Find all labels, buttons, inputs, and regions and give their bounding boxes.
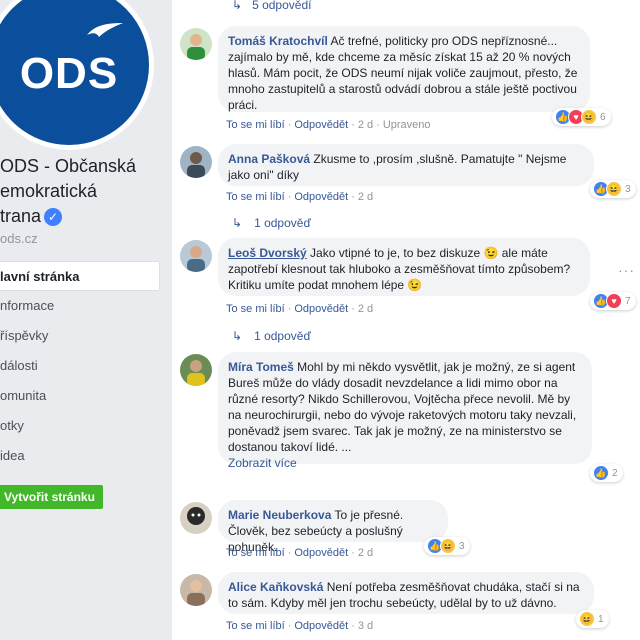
reply-link[interactable]: Odpovědět xyxy=(294,620,348,632)
haha-reaction-icon: 😆 xyxy=(606,181,622,197)
page-title-line-1: ODS - Občanská xyxy=(0,156,137,176)
avatar[interactable] xyxy=(180,354,212,386)
reactions-summary[interactable]: 👍 ♥ 7 xyxy=(590,292,636,310)
reply-link[interactable]: Odpovědět xyxy=(294,191,348,203)
comment-time[interactable]: 2 d xyxy=(358,191,373,203)
avatar[interactable] xyxy=(180,240,212,272)
reply-arrow-icon: ↳ xyxy=(232,216,243,230)
comment-bubble: Míra Tomeš Mohl by mi někdo vysvětlit, j… xyxy=(218,352,592,470)
haha-reaction-icon: 😆 xyxy=(440,538,456,554)
reactions-summary[interactable]: 👍 ♥ 😆 6 xyxy=(552,108,611,126)
comment-actions: To se mi líbí · Odpovědět · 2 d xyxy=(226,547,374,559)
avatar[interactable] xyxy=(180,502,212,534)
comment-author[interactable]: Marie Neuberkova xyxy=(228,508,331,522)
page-username[interactable]: ods.cz xyxy=(0,231,38,246)
comment: Anna Pašková Zkusme to ,prosím ,slušně. … xyxy=(180,144,636,208)
edited-label[interactable]: Upraveno xyxy=(383,119,431,131)
comment-author[interactable]: Tomáš Kratochvíl xyxy=(228,34,328,48)
view-replies-link[interactable]: ↳ 1 odpověď xyxy=(232,329,311,343)
nav-item-home[interactable]: lavní stránka xyxy=(0,261,160,291)
reaction-count: 7 xyxy=(625,295,631,307)
page-nav: lavní stránka nformace říspěvky dálosti … xyxy=(0,261,160,471)
view-replies-label: 1 odpověď xyxy=(254,216,311,230)
bird-icon xyxy=(87,23,123,37)
comment-author[interactable]: Anna Pašková xyxy=(228,152,310,166)
like-link[interactable]: To se mi líbí xyxy=(226,191,285,203)
see-more-link[interactable]: Zobrazit více xyxy=(228,455,580,471)
reaction-count: 2 xyxy=(612,467,618,479)
reaction-count: 3 xyxy=(625,183,631,195)
reactions-summary[interactable]: 👍 😆 3 xyxy=(590,180,636,198)
logo-text: ODS xyxy=(19,49,119,98)
comment-actions: To se mi líbí · Odpovědět · 2 d xyxy=(226,191,374,203)
create-page-button[interactable]: Vytvořit stránku xyxy=(0,485,103,509)
view-replies-label: 5 odpovědí xyxy=(252,0,312,12)
comment-bubble: Tomáš Kratochvíl Ač trefné, politicky pr… xyxy=(218,26,590,112)
like-link[interactable]: To se mi líbí xyxy=(226,547,285,559)
comment-actions: To se mi líbí · Odpovědět · 2 d · Upraveno xyxy=(226,119,431,131)
like-link[interactable]: To se mi líbí xyxy=(226,303,285,315)
page-sidebar: ODS ODS - Občanská emokratická trana ✓ od… xyxy=(0,0,172,640)
reply-arrow-icon: ↳ xyxy=(232,329,243,343)
verified-badge-icon: ✓ xyxy=(44,208,63,227)
avatar[interactable] xyxy=(180,574,212,606)
love-reaction-icon: ♥ xyxy=(606,293,622,309)
view-replies-label: 1 odpověď xyxy=(254,329,311,343)
view-replies-link[interactable]: ↳ 1 odpověď xyxy=(232,216,311,230)
comment-bubble: Anna Pašková Zkusme to ,prosím ,slušně. … xyxy=(218,144,594,186)
comment-time[interactable]: 2 d xyxy=(358,303,373,315)
comment-author[interactable]: Leoš Dvorský xyxy=(228,246,307,260)
reply-link[interactable]: Odpovědět xyxy=(294,119,348,131)
avatar[interactable] xyxy=(180,146,212,178)
nav-item-videos[interactable]: idea xyxy=(0,441,160,471)
page-title[interactable]: ODS - Občanská emokratická trana ✓ xyxy=(0,154,165,229)
comment-bubble: Leoš Dvorský Jako vtipné to je, to bez d… xyxy=(218,238,590,296)
nav-item-posts[interactable]: říspěvky xyxy=(0,321,160,351)
reaction-count: 6 xyxy=(600,111,606,123)
view-replies-link[interactable]: ↳ 5 odpovědí xyxy=(232,0,311,16)
nav-item-photos[interactable]: otky xyxy=(0,411,160,441)
comment: Leoš Dvorský Jako vtipné to je, to bez d… xyxy=(180,238,636,320)
comment-bubble: Alice Kaňkovská Není potřeba zesměšňovat… xyxy=(218,572,594,614)
comment-actions: To se mi líbí · Odpovědět · 2 d xyxy=(226,303,374,315)
reactions-summary[interactable]: 😆 1 xyxy=(576,610,609,628)
like-link[interactable]: To se mi líbí xyxy=(226,620,285,632)
reaction-count: 1 xyxy=(598,613,604,625)
comment-time[interactable]: 3 d xyxy=(358,620,373,632)
comment-author[interactable]: Míra Tomeš xyxy=(228,360,294,374)
comment: Tomáš Kratochvíl Ač trefné, politicky pr… xyxy=(180,26,620,136)
comment-author[interactable]: Alice Kaňkovská xyxy=(228,580,323,594)
comment: Alice Kaňkovská Není potřeba zesměšňovat… xyxy=(180,572,620,638)
comment-text: Mohl by mi někdo vysvětlit, jak je možný… xyxy=(228,360,577,454)
like-link[interactable]: To se mi líbí xyxy=(226,119,285,131)
page-title-line-2: emokratická xyxy=(0,181,98,201)
ods-logo[interactable]: ODS xyxy=(0,0,154,150)
more-options-icon[interactable]: ··· xyxy=(618,262,635,278)
haha-reaction-icon: 😆 xyxy=(581,109,597,125)
comment-actions: To se mi líbí · Odpovědět · 3 d xyxy=(226,620,374,632)
reply-link[interactable]: Odpovědět xyxy=(294,303,348,315)
nav-item-events[interactable]: dálosti xyxy=(0,351,160,381)
avatar[interactable] xyxy=(180,28,212,60)
comment-time[interactable]: 2 d xyxy=(358,119,373,131)
reactions-summary[interactable]: 👍 2 xyxy=(590,464,623,482)
page-title-line-3: trana xyxy=(0,206,42,226)
nav-item-about[interactable]: nformace xyxy=(0,291,160,321)
reply-link[interactable]: Odpovědět xyxy=(294,547,348,559)
nav-item-community[interactable]: omunita xyxy=(0,381,160,411)
haha-reaction-icon: 😆 xyxy=(579,611,595,627)
reaction-count: 3 xyxy=(459,540,465,552)
comment-time[interactable]: 2 d xyxy=(358,547,373,559)
comment: Míra Tomeš Mohl by mi někdo vysvětlit, j… xyxy=(180,352,623,482)
reactions-summary[interactable]: 👍 😆 3 xyxy=(424,537,470,555)
comment: Marie Neuberkova To je přesné. Člověk, b… xyxy=(180,500,620,564)
comment-bubble: Marie Neuberkova To je přesné. Člověk, b… xyxy=(218,500,448,554)
like-reaction-icon: 👍 xyxy=(593,465,609,481)
